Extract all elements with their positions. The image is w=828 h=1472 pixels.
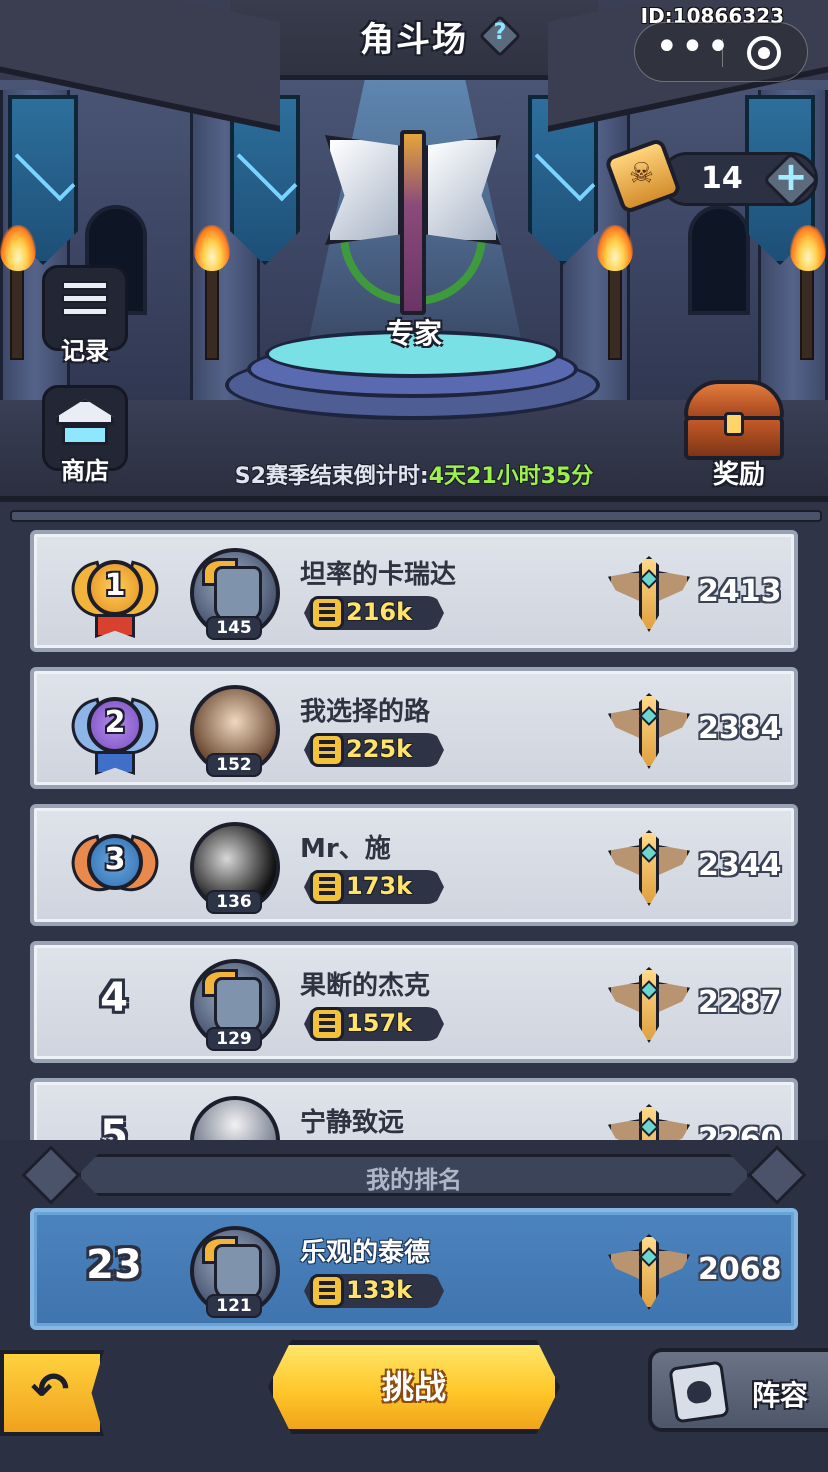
my-ranking-divider: 我的排名 [0, 1140, 828, 1210]
arena-score: 2068 [698, 1252, 782, 1287]
power-value: 133k [346, 1276, 413, 1304]
rank-number: 1 [104, 568, 126, 603]
record-label: 记录 [61, 337, 109, 365]
back-button[interactable]: ↶ [0, 1350, 104, 1436]
lineup-button[interactable]: 阵容 [648, 1348, 828, 1432]
arena-score: 2384 [698, 711, 782, 746]
ranking-list[interactable]: 1 145 坦率的卡瑞达 216k 2413 2 152 我选择的路 225k … [0, 530, 828, 1140]
my-ranking-row[interactable]: 23 121 乐观的泰德 133k 2068 [30, 1208, 798, 1330]
cards-icon [668, 1360, 730, 1424]
my-ranking-label: 我的排名 [366, 1166, 462, 1194]
gold-medal-icon: 1 [65, 546, 165, 642]
player-name: 我选择的路 [300, 697, 431, 727]
back-arrow-icon: ↶ [30, 1362, 70, 1416]
fist-icon [310, 1274, 344, 1308]
question-diamond-icon[interactable]: ? [478, 14, 522, 58]
page-title: 角斗场 [360, 20, 468, 60]
shop-icon [56, 399, 114, 449]
player-name: 宁静致远 [300, 1108, 405, 1138]
record-book-icon [62, 281, 108, 325]
bronze-medal-icon: 3 [65, 820, 165, 916]
ranking-row[interactable]: 1 145 坦率的卡瑞达 216k 2413 [30, 530, 798, 652]
treasure-chest-icon[interactable] [680, 380, 790, 460]
arena-score: 2260 [698, 1122, 782, 1140]
player-name: 乐观的泰德 [300, 1238, 431, 1268]
winged-sword-crest-icon [608, 1234, 690, 1312]
mini-program-capsule: ••• [634, 22, 808, 82]
season-countdown-prefix: S2赛季结束倒计时: [234, 464, 429, 489]
ranking-row[interactable]: 2 152 我选择的路 225k 2384 [30, 667, 798, 789]
torch-flame [790, 225, 826, 271]
fist-icon [310, 870, 344, 904]
winged-sword-crest-icon [608, 967, 690, 1045]
player-level: 121 [206, 1294, 262, 1318]
arena-score: 2287 [698, 985, 782, 1020]
winged-sword-crest-icon [608, 830, 690, 908]
rank-number: 23 [86, 1242, 142, 1288]
add-ticket-button[interactable]: + [762, 151, 820, 209]
player-level: 152 [206, 753, 262, 777]
player-level: 145 [206, 616, 262, 640]
power-value: 216k [346, 598, 413, 626]
player-name: 果断的杰克 [300, 971, 431, 1001]
silver-medal-icon: 2 [65, 683, 165, 779]
close-target-icon[interactable] [747, 36, 781, 70]
more-options-icon[interactable]: ••• [655, 27, 730, 77]
player-level: 136 [206, 890, 262, 914]
avatar[interactable] [190, 1096, 280, 1140]
torch-flame [194, 225, 230, 271]
power-value: 157k [346, 1009, 413, 1037]
torch-flame [0, 225, 36, 271]
power-value: 225k [346, 735, 413, 763]
arch-window [688, 205, 750, 315]
winged-sword-crest-icon [608, 693, 690, 771]
rank-number: 5 [100, 1112, 128, 1140]
season-countdown: S2赛季结束倒计时:4天21小时35分 [0, 458, 828, 490]
lineup-label: 阵容 [752, 1379, 809, 1412]
bottom-bar: ↶ 挑战 阵容 [0, 1336, 828, 1472]
record-button[interactable]: 记录 [42, 265, 128, 369]
arena-score: 2413 [698, 574, 782, 609]
rank-number: 4 [100, 975, 128, 1021]
fist-icon [310, 596, 344, 630]
winged-sword-crest-icon [608, 1104, 690, 1140]
arena-score: 2344 [698, 848, 782, 883]
season-countdown-value: 4天21小时35分 [428, 464, 594, 489]
player-name: Mr、施 [300, 834, 391, 864]
ticket-count: 14 [701, 161, 743, 196]
tier-emblem-axe-icon[interactable] [315, 115, 511, 315]
rank-number: 2 [104, 705, 126, 740]
challenge-label[interactable]: 挑战 [268, 1362, 560, 1408]
player-level: 129 [206, 1027, 262, 1051]
torch-flame [597, 225, 633, 271]
player-name: 坦率的卡瑞达 [300, 560, 457, 590]
fist-icon [310, 733, 344, 767]
fist-icon [310, 1007, 344, 1041]
power-value: 173k [346, 872, 413, 900]
ranking-row[interactable]: 4 129 果断的杰克 157k 2287 [30, 941, 798, 1063]
rank-number: 3 [104, 842, 126, 877]
winged-sword-crest-icon [608, 556, 690, 634]
ranking-row[interactable]: 3 136 Mr、施 173k 2344 [30, 804, 798, 926]
panel-divider [0, 500, 828, 530]
ranking-row[interactable]: 5 宁静致远 2260 [30, 1078, 798, 1140]
plus-icon: + [774, 154, 808, 200]
